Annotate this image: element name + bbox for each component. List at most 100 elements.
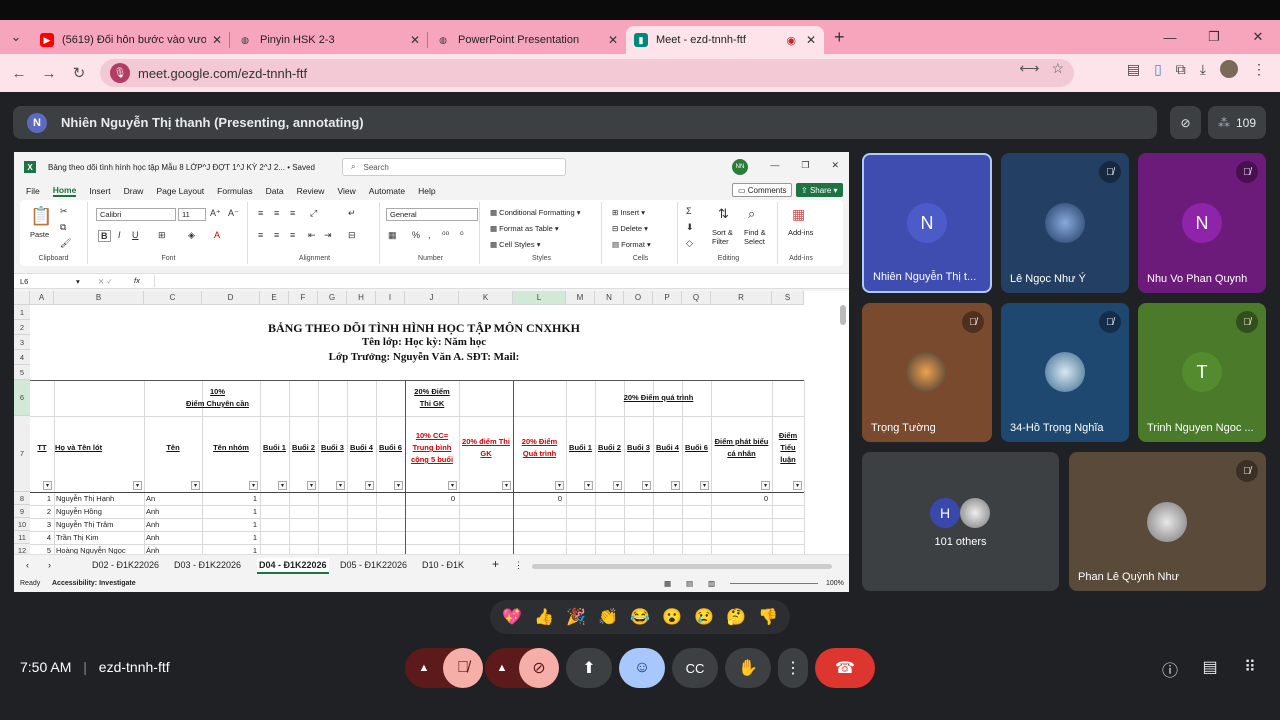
cell-nhom[interactable]: 1 xyxy=(202,533,257,542)
menu-icon[interactable]: ⋮ xyxy=(1252,61,1266,78)
align-right-icon[interactable]: ≡ xyxy=(290,230,295,240)
row-header[interactable]: 7 xyxy=(14,416,30,492)
decrease-decimal-icon[interactable]: ⁰ xyxy=(460,230,464,241)
decrease-font-icon[interactable]: A⁻ xyxy=(228,208,239,219)
borders-icon[interactable]: ⊞ xyxy=(158,230,166,241)
spreadsheet-grid[interactable]: A B C D E F G H I J K L M N O P Q R S 1 2 3 4 5 6 7 8 9 10 11 12 BẢNG T… xyxy=(14,291,849,576)
vertical-scrollbar[interactable] xyxy=(840,305,846,325)
cut-icon[interactable]: ✂ xyxy=(60,206,68,217)
participant-tile[interactable]: 🎙̸ N Nhu Vo Phan Quynh xyxy=(1138,153,1266,293)
column-header[interactable]: G xyxy=(318,291,347,305)
next-sheet-icon[interactable]: › xyxy=(48,560,51,570)
merge-center-icon[interactable]: ⊟ xyxy=(348,230,356,241)
participant-tile[interactable]: 🎙̸ Trọng Tường xyxy=(862,303,992,442)
cell-tt[interactable]: 4 xyxy=(30,533,51,542)
translate-icon[interactable]: ⟷ xyxy=(1019,60,1039,77)
filter-dropdown-icon[interactable]: ▾ xyxy=(671,481,680,490)
orientation-icon[interactable]: ⤢ xyxy=(310,208,317,219)
column-header[interactable]: M xyxy=(566,291,595,305)
align-top-icon[interactable]: ≡ xyxy=(258,208,263,218)
menu-draw[interactable]: Draw xyxy=(124,186,144,196)
fill-color-icon[interactable]: ◈ xyxy=(188,230,195,241)
restore-icon[interactable]: ❐ xyxy=(801,160,809,171)
tab-youtube[interactable]: ▶ (5619) Đối hôn bước vào vương ✕ xyxy=(32,26,230,54)
excel-search[interactable]: ⌕ Search xyxy=(342,158,566,176)
reaction-sparkling-heart[interactable]: 💖 xyxy=(502,607,522,627)
cell-hoten[interactable]: Trần Thị Kim xyxy=(56,533,143,542)
filter-dropdown-icon[interactable]: ▾ xyxy=(448,481,457,490)
activities-icon[interactable]: ⠿ xyxy=(1238,657,1262,679)
close-tab-icon[interactable]: ✕ xyxy=(212,33,222,47)
participant-tile[interactable]: 🎙̸ Lê Ngọc Như Ý xyxy=(1001,153,1129,293)
conditional-formatting-button[interactable]: ▦ Conditional Formatting ▾ xyxy=(490,208,581,217)
reaction-thinking[interactable]: 🤔 xyxy=(726,607,746,627)
minimize-icon[interactable]: — xyxy=(1148,30,1192,45)
menu-formulas[interactable]: Formulas xyxy=(217,186,252,196)
font-name-select[interactable]: Calibri xyxy=(96,208,176,221)
menu-page-layout[interactable]: Page Layout xyxy=(156,186,204,196)
share-button[interactable]: ⇪ Share ▾ xyxy=(796,183,843,197)
extensions-icon[interactable]: ⧉ xyxy=(1176,61,1186,78)
others-tile[interactable]: H 101 others xyxy=(862,452,1059,591)
format-cells-button[interactable]: ▤ Format ▾ xyxy=(612,240,651,249)
profile-avatar[interactable] xyxy=(1220,60,1238,78)
row-header[interactable]: 10 xyxy=(14,518,30,531)
participant-tile[interactable]: 🎙̸ Phan Lê Quỳnh Như xyxy=(1069,452,1266,591)
participants-button[interactable]: ⁂ 109 xyxy=(1208,106,1266,139)
column-header[interactable]: L xyxy=(513,291,566,305)
captions-icon[interactable]: CC xyxy=(672,648,718,688)
column-header[interactable]: J xyxy=(405,291,459,305)
name-box[interactable]: L6 xyxy=(20,277,28,286)
sheet-menu-icon[interactable]: ⋮ xyxy=(514,560,523,571)
column-header[interactable]: B xyxy=(54,291,144,305)
select-all-corner[interactable] xyxy=(14,291,30,305)
filter-dropdown-icon[interactable]: ▾ xyxy=(584,481,593,490)
excel-user-avatar[interactable]: NN xyxy=(732,159,748,175)
fill-icon[interactable]: ⬇ xyxy=(686,222,694,233)
comma-icon[interactable]: , xyxy=(428,230,431,240)
menu-data[interactable]: Data xyxy=(266,186,284,196)
participant-tile[interactable]: 🎙̸ T Trinh Nguyen Ngoc ... xyxy=(1138,303,1266,442)
reaction-thumbs-up[interactable]: 👍 xyxy=(534,607,554,627)
format-as-table-button[interactable]: ▦ Format as Table ▾ xyxy=(490,224,559,233)
filter-dropdown-icon[interactable]: ▾ xyxy=(761,481,770,490)
column-header[interactable]: A xyxy=(30,291,54,305)
menu-view[interactable]: View xyxy=(337,186,355,196)
column-header[interactable]: I xyxy=(376,291,405,305)
filter-dropdown-icon[interactable]: ▾ xyxy=(278,481,287,490)
minimize-icon[interactable]: — xyxy=(770,160,779,171)
column-header[interactable]: C xyxy=(144,291,202,305)
cell-nhom[interactable]: 1 xyxy=(202,494,257,503)
tab-search-icon[interactable]: ⌄ xyxy=(0,20,32,54)
tab-meet[interactable]: ▮ Meet - ezd-tnnh-ftf ◉ ✕ xyxy=(626,26,824,54)
accounting-icon[interactable]: ▦ xyxy=(388,230,397,241)
sheet-tab-active[interactable]: D04 - Đ1K22026 xyxy=(257,558,329,574)
cell-ten[interactable]: Anh xyxy=(146,507,201,516)
column-header[interactable]: O xyxy=(624,291,653,305)
reaction-surprised[interactable]: 😮 xyxy=(662,607,682,627)
comments-button[interactable]: ▭ Comments xyxy=(732,183,793,197)
menu-insert[interactable]: Insert xyxy=(89,186,110,196)
more-options-icon[interactable]: ⋮ xyxy=(778,648,808,688)
clear-icon[interactable]: ◇ xyxy=(686,238,693,249)
filter-dropdown-icon[interactable]: ▾ xyxy=(336,481,345,490)
bold-icon[interactable]: B xyxy=(98,230,111,242)
align-left-icon[interactable]: ≡ xyxy=(258,230,263,240)
reading-list-icon[interactable]: ▤ xyxy=(1127,61,1140,78)
filter-dropdown-icon[interactable]: ▾ xyxy=(700,481,709,490)
increase-indent-icon[interactable]: ⇥ xyxy=(324,230,332,241)
row-header[interactable]: 5 xyxy=(14,365,30,380)
decrease-indent-icon[interactable]: ⇤ xyxy=(308,230,316,241)
filter-dropdown-icon[interactable]: ▾ xyxy=(133,481,142,490)
row-header[interactable]: 8 xyxy=(14,492,30,505)
column-header[interactable]: F xyxy=(289,291,318,305)
sheet-tab[interactable]: D02 - Đ1K22026 xyxy=(92,560,159,570)
page-break-view-icon[interactable]: ▥ xyxy=(708,579,715,588)
sort-filter-icon[interactable]: ⇅ xyxy=(718,206,729,222)
reaction-thumbs-down[interactable]: 👎 xyxy=(758,607,778,627)
page-layout-view-icon[interactable]: ▤ xyxy=(686,579,693,588)
participant-tile[interactable]: N Nhiên Nguyễn Thị t... xyxy=(862,153,992,293)
add-sheet-icon[interactable]: + xyxy=(492,557,499,571)
copy-icon[interactable]: ⧉ xyxy=(60,222,66,233)
cell-pb[interactable]: 0 xyxy=(711,494,768,503)
